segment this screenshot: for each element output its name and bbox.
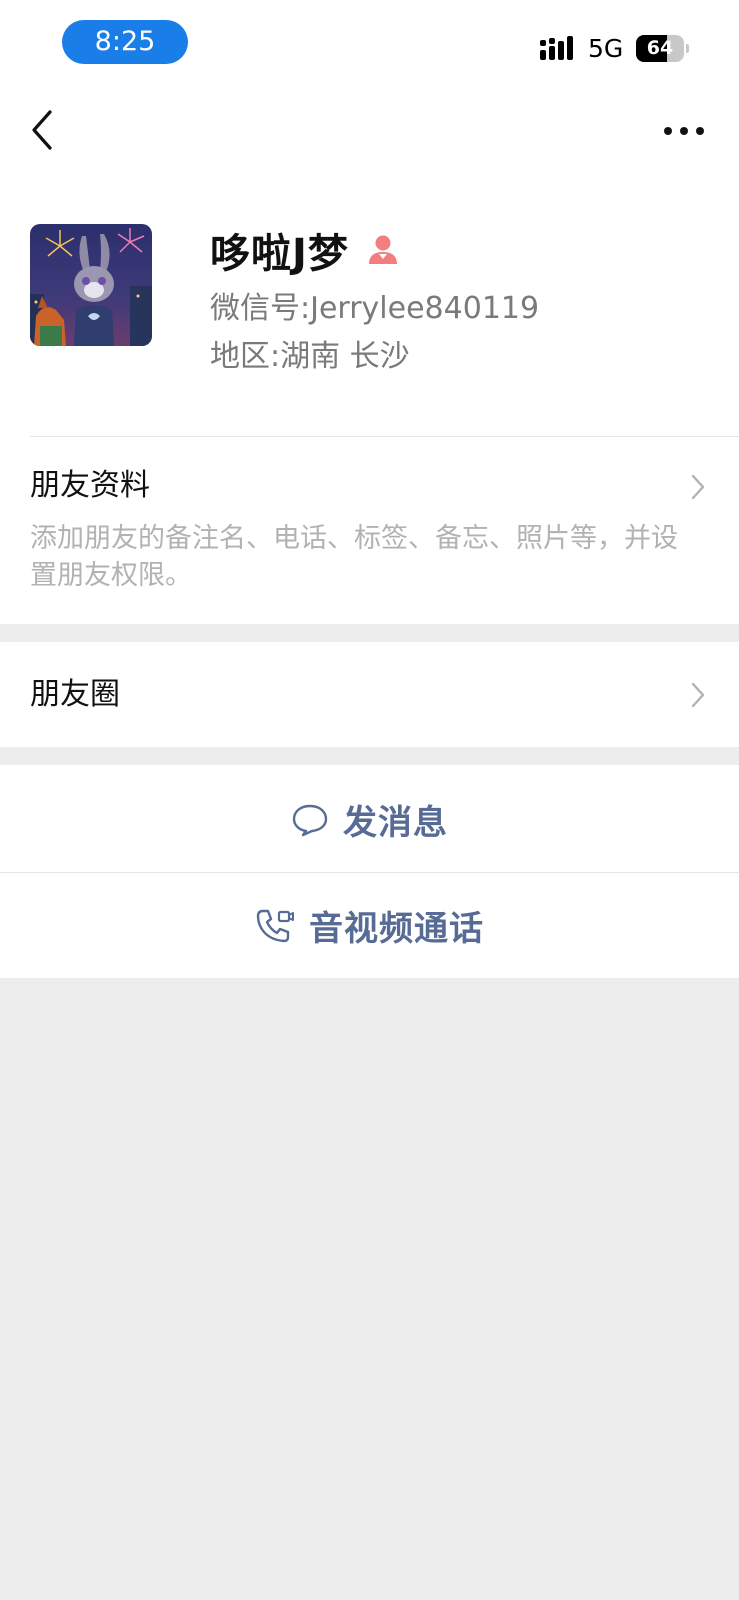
- send-message-label: 发消息: [343, 803, 448, 843]
- profile-name: 哆啦J梦: [210, 231, 349, 277]
- battery-icon: 64: [636, 35, 684, 62]
- profile-name-row: 哆啦J梦: [210, 222, 401, 278]
- wechat-id: 微信号:Jerrylee840119: [210, 291, 540, 326]
- female-user-icon: [368, 235, 397, 264]
- section-gap: [0, 624, 739, 642]
- avatar[interactable]: [30, 224, 152, 346]
- friend-info-title: 朋友资料: [30, 468, 150, 503]
- battery-tip: [686, 44, 689, 53]
- region: 地区:湖南 长沙: [210, 339, 410, 374]
- chevron-right-icon: [691, 682, 705, 708]
- status-time: 8:25: [62, 20, 188, 64]
- divider: [30, 436, 739, 437]
- send-message-button[interactable]: 发消息: [0, 767, 739, 872]
- voice-video-call-button[interactable]: 音视频通话: [0, 873, 739, 978]
- chevron-left-icon[interactable]: [28, 108, 58, 152]
- signal-strength-icon: [540, 36, 573, 60]
- friend-info-description: 添加朋友的备注名、电话、标签、备忘、照片等，并设置朋友权限。: [30, 523, 678, 591]
- video-call-icon: [256, 909, 294, 942]
- battery-percent: 64: [646, 37, 674, 59]
- chevron-right-icon: [691, 474, 705, 500]
- network-type: 5G: [588, 34, 624, 63]
- section-gap: [0, 747, 739, 765]
- chat-bubble-icon: [292, 804, 328, 836]
- moments-title: 朋友圈: [30, 677, 120, 712]
- voice-video-call-label: 音视频通话: [309, 909, 484, 949]
- more-horizontal-icon[interactable]: [660, 116, 708, 146]
